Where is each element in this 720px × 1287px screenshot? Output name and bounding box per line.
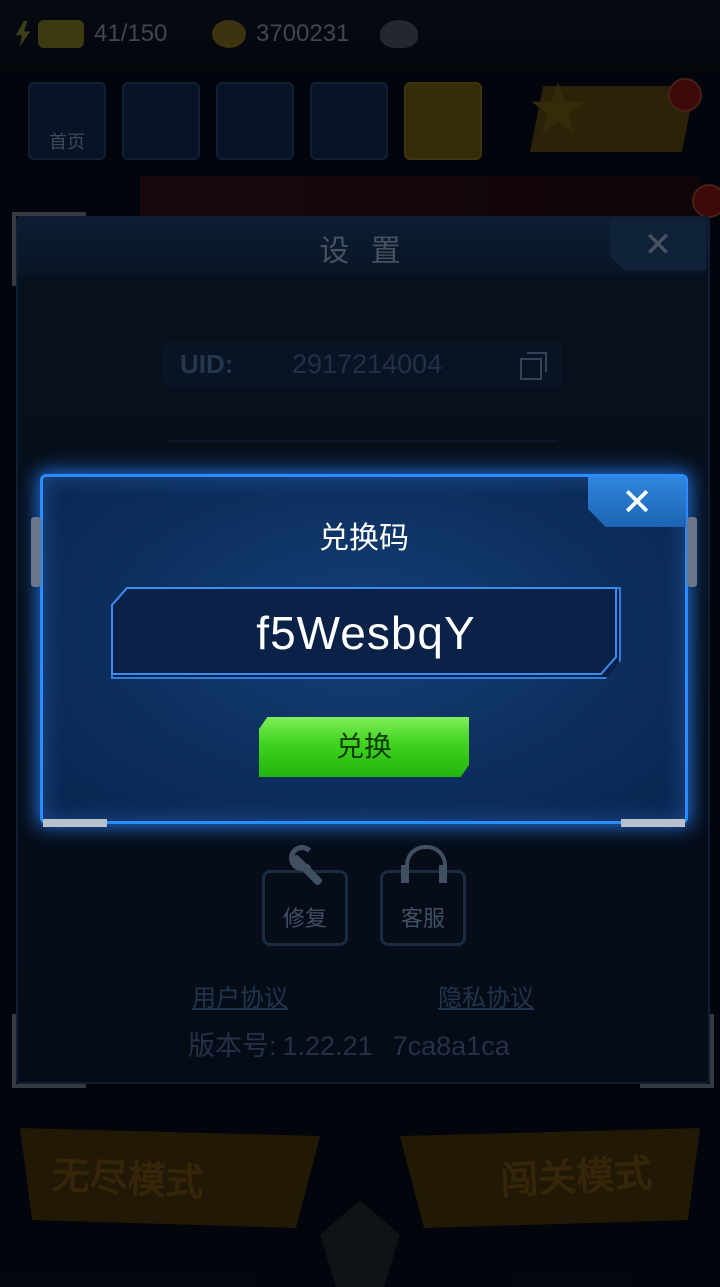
redeem-button[interactable]: 兑换	[259, 717, 469, 777]
frame-ornament	[621, 819, 685, 827]
redeem-code-input[interactable]: f5WesbqY	[111, 587, 621, 679]
frame-clip	[31, 517, 41, 587]
dialog-title: 兑换码	[319, 521, 409, 556]
frame-ornament	[43, 819, 107, 827]
redeem-dialog: ✕ 兑换码 f5WesbqY 兑换	[31, 474, 697, 827]
redeem-code-value: f5WesbqY	[256, 607, 476, 659]
frame-clip	[687, 517, 697, 587]
